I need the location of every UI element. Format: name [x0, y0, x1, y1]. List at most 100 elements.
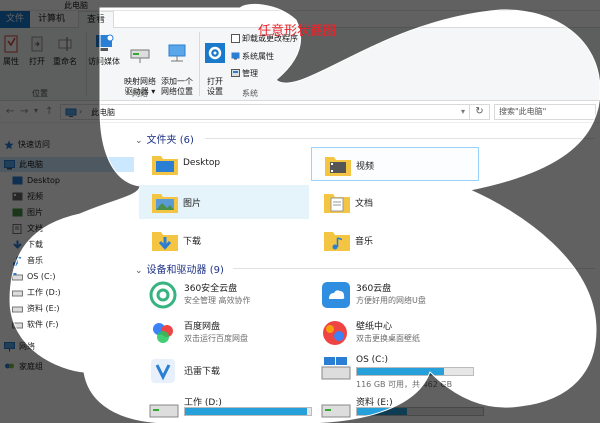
breadcrumb-chevron-icon: ›	[79, 107, 83, 116]
search-input[interactable]: 搜索"此电脑"	[494, 104, 596, 120]
breadcrumb[interactable]: 此电脑	[91, 107, 115, 118]
folder-label: Desktop	[183, 158, 221, 168]
device-name: OS (C:)	[356, 355, 388, 365]
refresh-button[interactable]: ↻	[470, 104, 490, 120]
folder-label: 下载	[183, 237, 202, 247]
video-folder-icon	[325, 157, 351, 176]
nav-item-downloads[interactable]: 下载	[12, 237, 43, 252]
properties-button[interactable]: 属性	[2, 34, 20, 67]
folder-videos[interactable]: 视频	[311, 147, 479, 181]
nav-item-label: 音乐	[27, 256, 43, 265]
360-cloud-icon	[322, 282, 350, 308]
folder-desktop[interactable]: Desktop	[139, 147, 309, 181]
folder-label: 视频	[356, 162, 375, 172]
ribbon-separator	[199, 32, 200, 96]
collapse-chevron-icon[interactable]: ⌄	[135, 136, 143, 146]
system-properties-button[interactable]: 系统属性	[231, 52, 274, 62]
collapse-chevron-icon[interactable]: ⌄	[135, 266, 143, 276]
nav-item-network[interactable]: 网络	[4, 339, 35, 354]
back-arrow-icon[interactable]: ←	[6, 106, 14, 117]
music-icon	[13, 255, 22, 266]
section-divider	[205, 138, 595, 139]
folders-section-header[interactable]: ⌄ 文件夹 (6)	[135, 131, 595, 146]
rename-button[interactable]: 重命名	[50, 34, 80, 67]
access-media-button[interactable]: 访问媒体	[88, 32, 120, 67]
media-icon	[96, 34, 114, 51]
folder-label: 图片	[183, 199, 202, 209]
devices-section-header[interactable]: ⌄ 设备和驱动器 (9)	[135, 261, 595, 276]
device-wallpaper-center[interactable]: 壁纸中心 双击更换桌面壁纸	[311, 316, 481, 354]
usage-bar-fill	[185, 408, 308, 415]
content-pane: ⌄ 文件夹 (6) Desktop 视频 图片 文档 下载 音乐 ⌄ 设备和驱动器 …	[135, 123, 600, 423]
desktop-folder-icon	[12, 176, 23, 185]
tab-computer[interactable]: 计算机	[30, 11, 73, 28]
folder-label: 文档	[355, 199, 374, 209]
nav-item-documents[interactable]: 文档	[12, 221, 43, 236]
video-folder-icon	[12, 192, 23, 201]
system-properties-label: 系统属性	[242, 52, 274, 61]
device-description: 安全管理 高效协作	[184, 296, 251, 305]
nav-item-label: 网络	[19, 342, 35, 351]
network-group-label: 网络	[132, 89, 148, 98]
address-bar[interactable]: › 此电脑 ▾	[60, 104, 470, 120]
music-folder-icon	[324, 232, 350, 251]
nav-item-pictures[interactable]: 图片	[12, 205, 43, 220]
gear-icon	[205, 43, 225, 63]
nav-item-drive-c[interactable]: OS (C:)	[12, 269, 55, 284]
folder-pictures[interactable]: 图片	[139, 185, 309, 219]
nav-item-drive-d[interactable]: 工作 (D:)	[12, 285, 61, 300]
drive-icon	[149, 404, 179, 418]
device-360-secure-cloud[interactable]: 360安全云盘 安全管理 高效协作	[139, 278, 309, 316]
nav-item-quick-access[interactable]: 快速访问	[4, 137, 134, 152]
nav-item-homegroup[interactable]: 家庭组	[4, 359, 43, 374]
manage-button[interactable]: 管理	[231, 69, 258, 79]
folder-music[interactable]: 音乐	[311, 223, 479, 257]
device-360-cloud[interactable]: 360云盘 方便好用的网络U盘	[311, 278, 481, 316]
device-description: 方便好用的网络U盘	[356, 296, 426, 305]
nav-item-label: 图片	[27, 208, 43, 217]
open-icon	[31, 36, 43, 52]
nav-item-videos[interactable]: 视频	[12, 189, 43, 204]
refresh-icon: ↻	[475, 106, 484, 117]
device-xunlei[interactable]: 迅雷下载	[139, 354, 309, 392]
forward-arrow-icon[interactable]: →	[20, 106, 28, 117]
folder-downloads[interactable]: 下载	[139, 223, 309, 257]
add-network-location-button[interactable]: 添加一个 网络位置	[158, 32, 196, 97]
nav-item-label: OS (C:)	[27, 272, 56, 281]
device-name: 壁纸中心	[356, 322, 393, 332]
nav-item-label: 家庭组	[19, 362, 43, 371]
computer-icon	[4, 159, 15, 169]
device-name: 360云盘	[356, 284, 392, 294]
title-bar: 此电脑	[0, 0, 600, 11]
window-title: 此电脑	[64, 1, 88, 10]
up-arrow-icon[interactable]: ↑	[45, 106, 53, 117]
open-settings-button[interactable]: 打开 设置	[201, 32, 229, 97]
network-icon	[4, 341, 15, 351]
device-drive-c[interactable]: OS (C:) 116 GB 可用，共 462 GB	[311, 352, 491, 390]
nav-item-this-pc[interactable]: 此电脑	[0, 157, 134, 172]
open-button[interactable]: 打开	[26, 34, 48, 67]
tab-file[interactable]: 文件	[0, 11, 30, 28]
rename-icon	[58, 37, 72, 51]
folder-documents[interactable]: 文档	[311, 185, 479, 219]
recent-chevron-icon[interactable]: ▾	[34, 106, 38, 115]
nav-item-drive-f[interactable]: 软件 (F:)	[12, 317, 58, 332]
manage-icon	[231, 69, 240, 77]
nav-item-desktop[interactable]: Desktop	[12, 173, 60, 188]
folders-section-title: 文件夹 (6)	[146, 135, 194, 146]
baidu-netdisk-icon	[153, 323, 173, 343]
device-baidu-netdisk[interactable]: 百度网盘 双击运行百度网盘	[139, 316, 309, 354]
screenshot-mode-title: 任意形状截图	[258, 24, 337, 39]
address-dropdown-icon[interactable]: ▾	[461, 107, 465, 116]
drive-icon	[12, 306, 23, 313]
tab-view[interactable]: 查看	[78, 11, 115, 29]
desktop-folder-icon	[152, 156, 178, 175]
device-drive-e[interactable]: 资料 (E:)	[311, 392, 491, 423]
document-folder-icon	[12, 223, 22, 234]
nav-item-drive-e[interactable]: 资料 (E:)	[12, 301, 60, 316]
device-description: 双击运行百度网盘	[184, 334, 248, 343]
download-folder-icon	[152, 232, 178, 251]
device-drive-d[interactable]: 工作 (D:)	[139, 392, 319, 423]
picture-folder-icon	[12, 208, 23, 217]
nav-item-music[interactable]: 音乐	[12, 253, 43, 268]
